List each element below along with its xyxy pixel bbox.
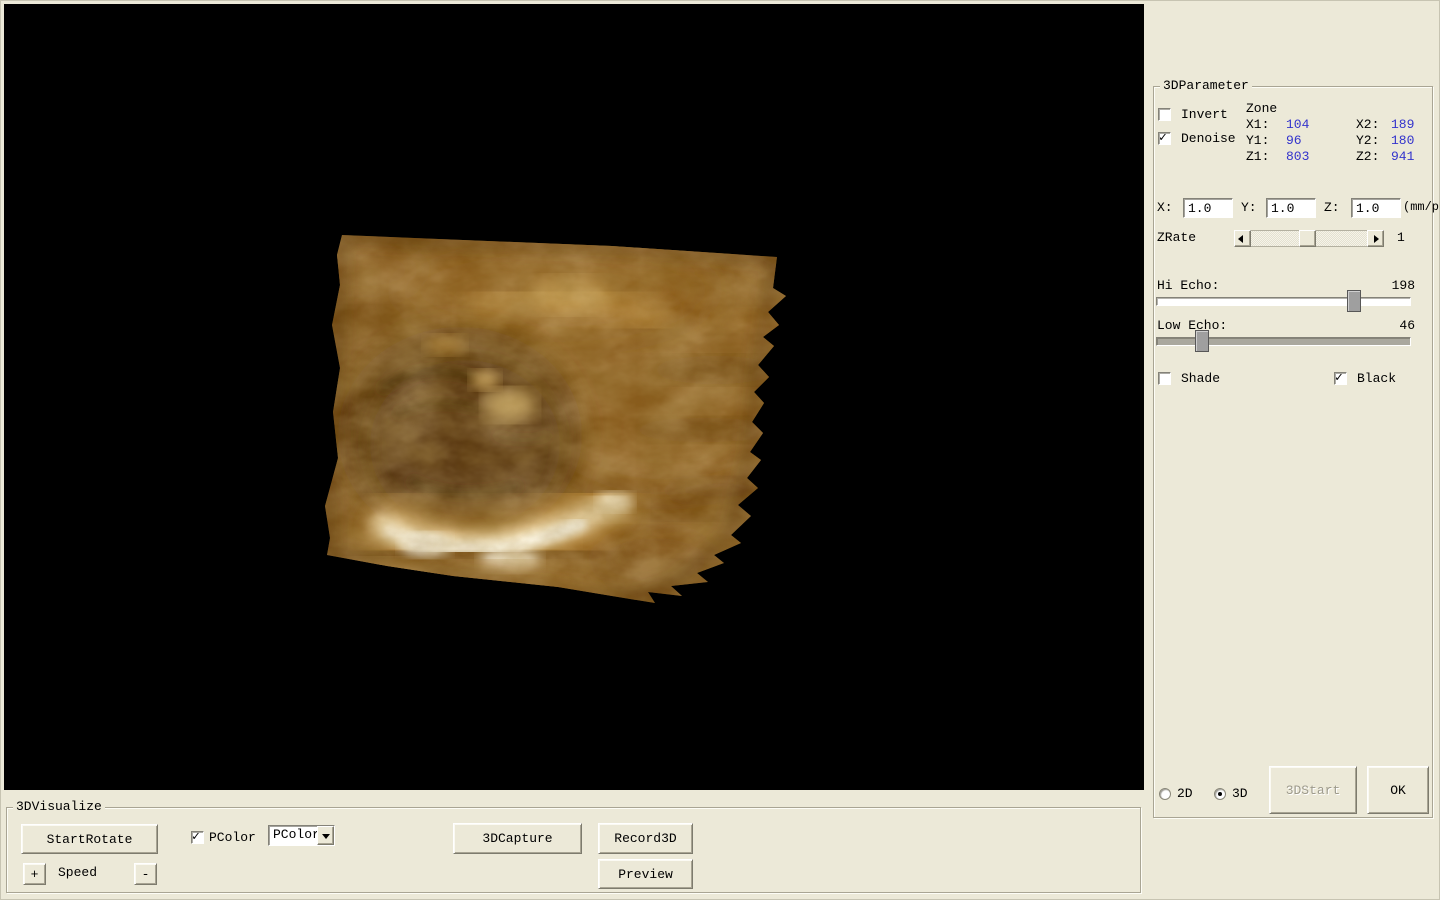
- scale-unit-label: (mm/p): [1403, 200, 1440, 214]
- y-scale-input[interactable]: [1266, 198, 1316, 218]
- x-scale-input[interactable]: [1183, 198, 1233, 218]
- y-scale-label: Y:: [1241, 201, 1257, 215]
- z-scale-label: Z:: [1324, 201, 1340, 215]
- mode-2d-label: 2D: [1177, 787, 1193, 801]
- zone-x1-value: 104: [1286, 118, 1309, 132]
- shade-checkbox[interactable]: [1158, 372, 1171, 385]
- ok-button[interactable]: OK: [1367, 766, 1429, 814]
- zrate-value: 1: [1397, 231, 1405, 245]
- low-echo-slider-thumb[interactable]: [1195, 330, 1209, 352]
- zrate-scrollbar-thumb[interactable]: [1299, 230, 1316, 247]
- ultrasound-3d-render: [325, 230, 790, 610]
- z-scale-input[interactable]: [1351, 198, 1401, 218]
- zone-y1-label: Y1:: [1246, 134, 1269, 148]
- pcolor-dropdown-arrow-icon[interactable]: [317, 826, 334, 845]
- visualize-group: 3DVisualize StartRotate + Speed - PColor…: [6, 807, 1141, 893]
- zone-x2-value: 189: [1391, 118, 1414, 132]
- parameter-group-title: 3DParameter: [1160, 79, 1252, 93]
- denoise-checkbox[interactable]: [1158, 132, 1171, 145]
- zone-y2-label: Y2:: [1356, 134, 1379, 148]
- record3d-button[interactable]: Record3D: [598, 823, 693, 854]
- zrate-label: ZRate: [1157, 231, 1196, 245]
- zrate-left-arrow-icon[interactable]: [1234, 230, 1251, 247]
- zone-z1-value: 803: [1286, 150, 1309, 164]
- preview-button[interactable]: Preview: [598, 859, 693, 889]
- visualize-group-title: 3DVisualize: [13, 800, 105, 814]
- zone-y1-value: 96: [1286, 134, 1302, 148]
- pcolor-dropdown[interactable]: PColor: [268, 825, 335, 846]
- zrate-right-arrow-icon[interactable]: [1367, 230, 1384, 247]
- hi-echo-slider-thumb[interactable]: [1347, 290, 1361, 312]
- parameter-group: 3DParameter Invert Denoise Zone X1: 104 …: [1153, 86, 1433, 818]
- application-window: 3DParameter Invert Denoise Zone X1: 104 …: [0, 0, 1440, 900]
- pcolor-dropdown-value: PColor: [273, 827, 320, 843]
- zone-y2-value: 180: [1391, 134, 1414, 148]
- black-label: Black: [1357, 372, 1396, 386]
- zone-label: Zone: [1246, 102, 1277, 116]
- shade-label: Shade: [1181, 372, 1220, 386]
- zone-z1-label: Z1:: [1246, 150, 1269, 164]
- 3d-viewport[interactable]: [4, 4, 1144, 790]
- x-scale-label: X:: [1157, 201, 1173, 215]
- zone-x2-label: X2:: [1356, 118, 1379, 132]
- start-rotate-button[interactable]: StartRotate: [21, 824, 158, 854]
- speed-minus-button[interactable]: -: [134, 863, 157, 885]
- pcolor-checkbox[interactable]: [191, 831, 204, 844]
- pcolor-checkbox-label: PColor: [209, 831, 256, 845]
- invert-label: Invert: [1181, 108, 1228, 122]
- 3dcapture-button[interactable]: 3DCapture: [453, 823, 582, 854]
- zone-x1-label: X1:: [1246, 118, 1269, 132]
- black-checkbox[interactable]: [1334, 372, 1347, 385]
- mode-3d-label: 3D: [1232, 787, 1248, 801]
- zone-z2-value: 941: [1391, 150, 1414, 164]
- invert-checkbox[interactable]: [1158, 108, 1171, 121]
- speed-plus-button[interactable]: +: [23, 863, 46, 885]
- 3dstart-button[interactable]: 3DStart: [1269, 766, 1357, 814]
- mode-2d-radio[interactable]: [1159, 788, 1171, 800]
- speed-label: Speed: [58, 866, 97, 880]
- zrate-scrollbar[interactable]: [1234, 230, 1384, 247]
- denoise-label: Denoise: [1181, 132, 1236, 146]
- mode-3d-radio[interactable]: [1214, 788, 1226, 800]
- zone-z2-label: Z2:: [1356, 150, 1379, 164]
